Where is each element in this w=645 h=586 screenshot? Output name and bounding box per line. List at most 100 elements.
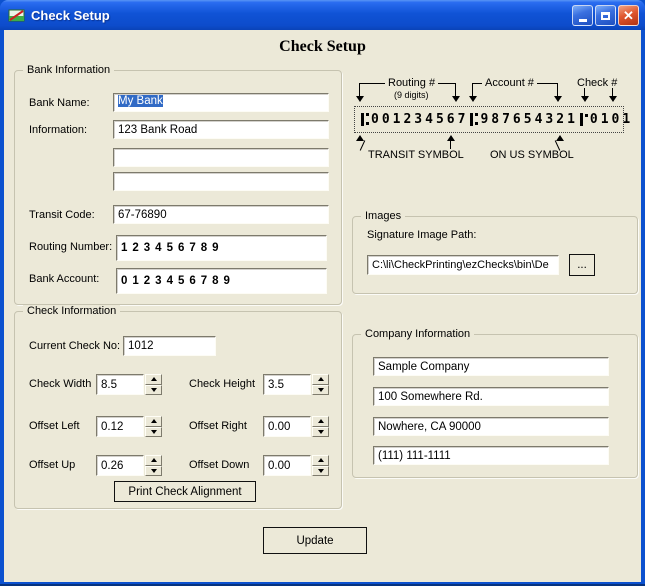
spin-down-icon xyxy=(151,469,157,473)
account-bracket-left xyxy=(472,83,473,96)
offset-left-stepper[interactable] xyxy=(96,416,162,437)
check-width-input[interactable] xyxy=(96,374,144,395)
arrow-up-icon xyxy=(556,135,564,141)
check-height-spin-down-button[interactable] xyxy=(312,385,329,396)
spin-up-icon xyxy=(318,377,324,381)
company-information-group-label: Company Information xyxy=(361,328,474,340)
offset-right-spin-up-button[interactable] xyxy=(312,416,329,427)
bank-information-group-label: Bank Information xyxy=(23,64,114,76)
routing-number-diagram-label: Routing # xyxy=(385,77,438,89)
offset-up-input[interactable] xyxy=(96,455,144,476)
signature-image-path-field[interactable] xyxy=(367,255,559,275)
company-name-field[interactable] xyxy=(373,357,609,376)
title-bar[interactable]: Check Setup ✕ xyxy=(0,0,645,30)
offset-down-input[interactable] xyxy=(263,455,311,476)
check-setup-window: Check Setup ✕ Check Setup Bank Informati… xyxy=(0,0,645,586)
routing-bracket-left xyxy=(359,83,360,96)
window-title: Check Setup xyxy=(31,8,110,23)
account-number-diagram-label: Account # xyxy=(482,77,537,89)
maximize-icon xyxy=(601,12,610,20)
offset-left-spin-up-button[interactable] xyxy=(145,416,162,427)
transit-code-field[interactable] xyxy=(113,205,329,224)
check-information-group-label: Check Information xyxy=(23,305,120,317)
information-field[interactable] xyxy=(113,120,329,139)
current-check-no-label: Current Check No: xyxy=(29,340,120,352)
transit-symbol-icon xyxy=(361,113,369,126)
arrow-up-icon xyxy=(356,135,364,141)
offset-right-spin-down-button[interactable] xyxy=(312,427,329,438)
offset-right-label: Offset Right xyxy=(189,420,247,432)
transit-code-label: Transit Code: xyxy=(29,209,95,221)
check-width-spin-up-button[interactable] xyxy=(145,374,162,385)
offset-left-label: Offset Left xyxy=(29,420,80,432)
spin-down-icon xyxy=(151,430,157,434)
transit-callout-line xyxy=(450,140,451,149)
on-us-symbol-icon xyxy=(580,113,588,126)
company-city-state-zip-field[interactable] xyxy=(373,417,609,436)
offset-right-stepper[interactable] xyxy=(263,416,329,437)
company-phone-field[interactable] xyxy=(373,446,609,465)
offset-up-spin-up-button[interactable] xyxy=(145,455,162,466)
arrow-down-icon xyxy=(554,96,562,102)
update-button-label: Update xyxy=(296,535,333,547)
offset-down-spin-down-button[interactable] xyxy=(312,466,329,477)
maximize-button[interactable] xyxy=(595,5,616,26)
company-address-field[interactable] xyxy=(373,387,609,406)
bank-information-group: Bank Information Bank Name: My Bank Info… xyxy=(14,70,342,305)
offset-down-stepper[interactable] xyxy=(263,455,329,476)
spin-up-icon xyxy=(151,419,157,423)
offset-right-input[interactable] xyxy=(263,416,311,437)
bank-account-field[interactable] xyxy=(116,268,327,294)
arrow-down-icon xyxy=(356,96,364,102)
micr-routing-digits: 001234567 xyxy=(371,112,468,127)
spin-down-icon xyxy=(318,430,324,434)
app-icon xyxy=(8,8,25,23)
company-information-group: Company Information xyxy=(352,334,638,478)
spin-up-icon xyxy=(151,458,157,462)
check-number-diagram-label: Check # xyxy=(577,77,617,89)
browse-button[interactable]: ... xyxy=(569,254,595,276)
routing-bracket-right xyxy=(455,83,456,96)
offset-left-spin-down-button[interactable] xyxy=(145,427,162,438)
micr-check-digits: 0101 xyxy=(590,112,633,127)
micr-sample-line: 001234567 987654321 0101 xyxy=(354,106,624,133)
offset-down-spin-up-button[interactable] xyxy=(312,455,329,466)
bank-name-field[interactable]: My Bank xyxy=(113,93,329,112)
check-height-input[interactable] xyxy=(263,374,311,395)
spin-up-icon xyxy=(151,377,157,381)
information-extra-field-1[interactable] xyxy=(113,148,329,167)
spin-down-icon xyxy=(318,388,324,392)
dialog-body: Check Setup Bank Information Bank Name: … xyxy=(4,30,641,582)
bank-account-label: Bank Account: xyxy=(29,273,99,285)
images-group: Images Signature Image Path: ... xyxy=(352,216,638,294)
offset-down-label: Offset Down xyxy=(189,459,249,471)
on-us-symbol-label: ON US SYMBOL xyxy=(490,149,574,161)
offset-left-input[interactable] xyxy=(96,416,144,437)
current-check-no-field[interactable] xyxy=(123,336,216,356)
check-information-group: Check Information Current Check No: Chec… xyxy=(14,311,342,509)
routing-number-field[interactable] xyxy=(116,235,327,261)
offset-up-label: Offset Up xyxy=(29,459,75,471)
micr-diagram: Routing # (9 digits) Account # Check # 0… xyxy=(352,75,644,175)
arrow-down-icon xyxy=(469,96,477,102)
transit-callout-line xyxy=(360,140,366,150)
information-extra-field-2[interactable] xyxy=(113,172,329,191)
offset-up-stepper[interactable] xyxy=(96,455,162,476)
update-button[interactable]: Update xyxy=(263,527,367,554)
check-height-label: Check Height xyxy=(189,378,255,390)
routing-digits-sublabel: (9 digits) xyxy=(394,90,429,100)
spin-down-icon xyxy=(151,388,157,392)
print-check-alignment-button[interactable]: Print Check Alignment xyxy=(114,481,256,502)
browse-button-label: ... xyxy=(577,259,587,271)
check-height-stepper[interactable] xyxy=(263,374,329,395)
check-width-label: Check Width xyxy=(29,378,91,390)
check-width-stepper[interactable] xyxy=(96,374,162,395)
routing-number-label: Routing Number: xyxy=(29,241,112,253)
check-height-spin-up-button[interactable] xyxy=(312,374,329,385)
information-label: Information: xyxy=(29,124,87,136)
bank-name-selected-text: My Bank xyxy=(118,95,163,107)
close-button[interactable]: ✕ xyxy=(618,5,639,26)
offset-up-spin-down-button[interactable] xyxy=(145,466,162,477)
check-width-spin-down-button[interactable] xyxy=(145,385,162,396)
minimize-button[interactable] xyxy=(572,5,593,26)
